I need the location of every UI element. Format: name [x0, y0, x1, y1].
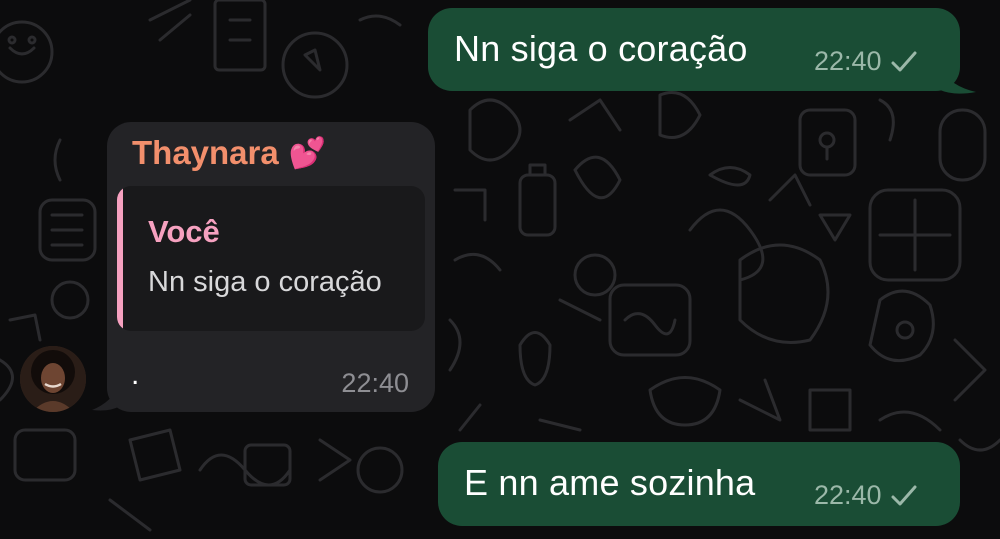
- quote-accent-bar: [117, 186, 123, 331]
- quote-text: Nn siga o coração: [148, 266, 382, 298]
- outgoing-message[interactable]: E nn ame sozinha 22:40: [438, 442, 960, 526]
- check-icon: [891, 51, 917, 71]
- sender-emoji: 💕: [288, 136, 327, 170]
- sender-name: Thaynara: [132, 134, 279, 171]
- quoted-message[interactable]: Você Nn siga o coração: [117, 186, 425, 331]
- message-time: 22:40: [814, 480, 882, 510]
- message-text: .: [131, 358, 140, 391]
- outgoing-message[interactable]: Nn siga o coração 22:40: [428, 8, 960, 91]
- quote-author: Você: [148, 214, 220, 249]
- message-time: 22:40: [814, 46, 882, 76]
- message-text: Nn siga o coração: [454, 28, 748, 69]
- check-icon: [891, 485, 917, 505]
- avatar-image: [20, 346, 86, 412]
- message-text: E nn ame sozinha: [464, 462, 756, 503]
- bubble-tail: [92, 384, 120, 411]
- avatar[interactable]: [20, 346, 86, 412]
- incoming-message[interactable]: Thaynara 💕 Você Nn siga o coração . 22:4…: [107, 122, 435, 412]
- message-time: 22:40: [341, 368, 409, 398]
- bubble-tail: [940, 68, 976, 94]
- sender-name-row[interactable]: Thaynara 💕: [132, 134, 326, 172]
- chat-area: Nn siga o coração 22:40 Thaynara 💕 Você …: [0, 0, 1000, 539]
